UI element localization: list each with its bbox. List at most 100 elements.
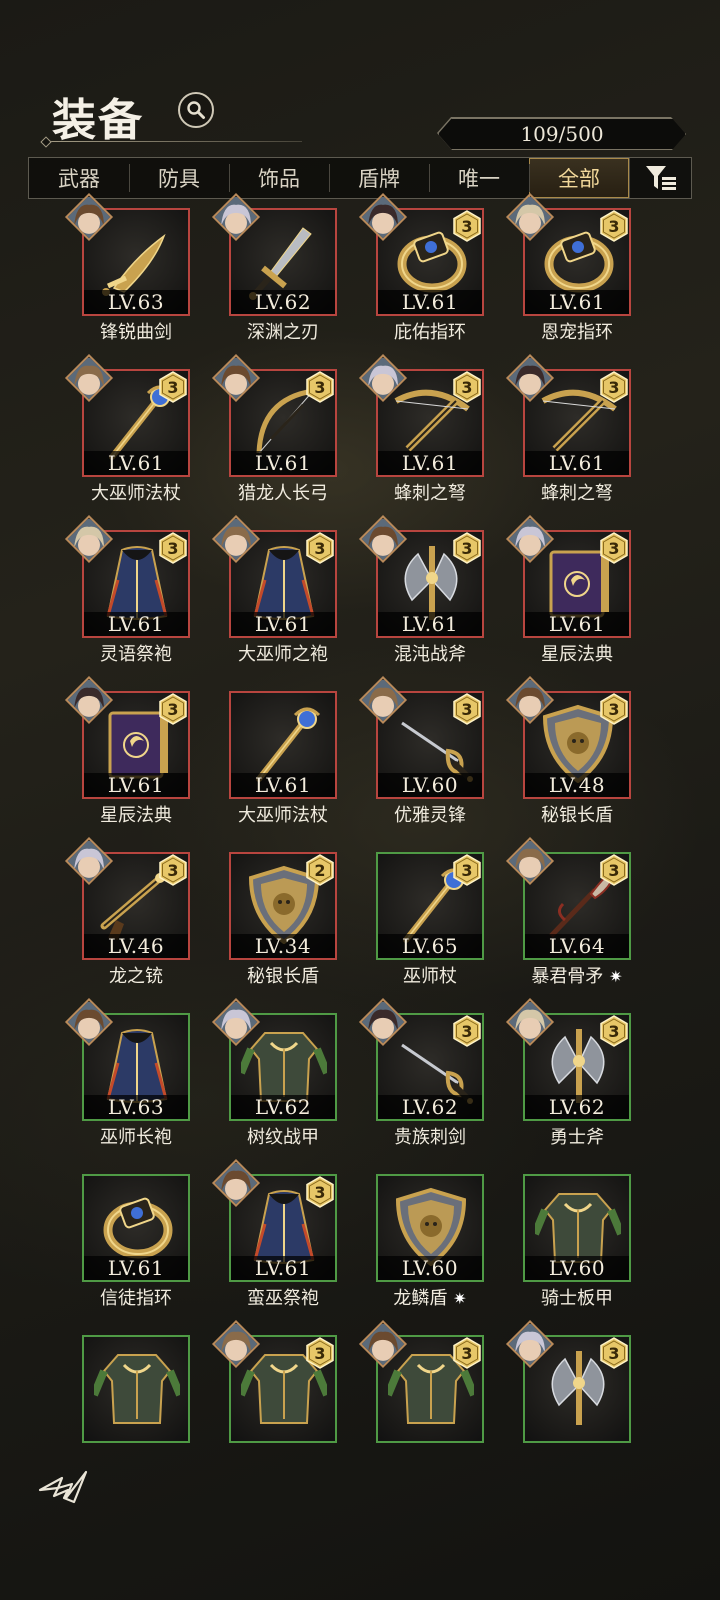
equipment-slot[interactable]: LV.61 3 大巫师法杖: [64, 353, 190, 504]
item-name-text: 暴君骨矛: [531, 966, 604, 987]
equipment-slot[interactable]: LV.34 2 秘银长盾: [229, 852, 337, 987]
upgrade-badge: 2: [305, 854, 335, 886]
equipment-slot[interactable]: LV.60 骑士板甲: [523, 1174, 631, 1309]
item-level: LV.62: [231, 1095, 335, 1119]
upgrade-badge: 3: [599, 371, 629, 403]
equipment-slot[interactable]: LV.62 3 勇士斧: [505, 997, 631, 1148]
equipment-slot[interactable]: LV.61 3 蜂刺之弩: [505, 353, 631, 504]
equipment-slot[interactable]: LV.61 3 猎龙人长弓: [211, 353, 337, 504]
item-level: LV.63: [84, 290, 188, 314]
equipment-slot[interactable]: LV.61 信徒指环: [82, 1174, 190, 1309]
equipment-slot[interactable]: LV.61 3 灵语祭袍: [64, 514, 190, 665]
upgrade-badge: 3: [452, 532, 482, 564]
item-name: 蜂刺之弩: [493, 479, 661, 505]
item-card: LV.60: [523, 1174, 631, 1282]
upgrade-badge: 3: [452, 1015, 482, 1047]
equipment-slot[interactable]: LV.64 3 暴君骨矛 ✷: [505, 836, 631, 987]
upgrade-badge-value: 3: [167, 538, 179, 558]
item-name-text: 灵语祭袍: [100, 644, 172, 665]
upgrade-badge: 3: [599, 1015, 629, 1047]
equipment-slot[interactable]: [82, 1335, 190, 1443]
upgrade-badge-value: 3: [608, 216, 620, 236]
item-name-text: 骑士板甲: [541, 1288, 613, 1309]
item-name-text: 龙鳞盾: [393, 1288, 448, 1309]
upgrade-badge: 3: [599, 210, 629, 242]
upgrade-badge: 3: [305, 371, 335, 403]
upgrade-badge: 3: [158, 693, 188, 725]
item-name-text: 锋锐曲剑: [100, 322, 172, 343]
inventory-screen: 装备 109/500 武器 防具 饰品 盾牌 唯一 全部 LV.63 锋锐曲剑: [0, 0, 720, 1600]
equipment-slot[interactable]: LV.61 3 大巫师之袍: [211, 514, 337, 665]
upgrade-badge-value: 2: [314, 860, 326, 880]
equipment-slot[interactable]: LV.60 3 优雅灵锋: [358, 675, 484, 826]
upgrade-badge-value: 3: [461, 860, 473, 880]
item-name: 蜂刺之弩: [346, 479, 514, 505]
equipment-slot[interactable]: LV.65 3 巫师杖: [376, 852, 484, 987]
equipment-slot[interactable]: LV.60 龙鳞盾 ✷: [376, 1174, 484, 1309]
upgrade-badge: 3: [599, 532, 629, 564]
game-logo-icon[interactable]: [38, 1468, 92, 1508]
upgrade-badge-value: 3: [461, 538, 473, 558]
equipment-slot[interactable]: 3: [505, 1319, 631, 1443]
item-name-text: 龙之铳: [109, 966, 163, 987]
equipment-slot[interactable]: LV.61 大巫师法杖: [229, 691, 337, 826]
equipment-slot[interactable]: 3: [358, 1319, 484, 1443]
equipment-slot[interactable]: LV.62 树纹战甲: [211, 997, 337, 1148]
equipment-slot[interactable]: LV.61 3 蛮巫祭袍: [211, 1158, 337, 1309]
upgrade-badge-value: 3: [461, 1021, 473, 1041]
item-name: 星辰法典: [52, 801, 220, 827]
equipment-slot[interactable]: LV.63 巫师长袍: [64, 997, 190, 1148]
upgrade-badge: 3: [452, 693, 482, 725]
item-name: 混沌战斧: [346, 640, 514, 666]
equipment-slot[interactable]: LV.62 3 贵族刺剑: [358, 997, 484, 1148]
equipment-slot[interactable]: LV.63 锋锐曲剑: [64, 192, 190, 343]
item-name: 巫师长袍: [52, 1123, 220, 1149]
dagger-icon: [249, 227, 312, 300]
item-level: LV.61: [378, 612, 482, 636]
equipment-slot[interactable]: LV.61 3 恩宠指环: [505, 192, 631, 343]
equipment-slot[interactable]: LV.48 3 秘银长盾: [505, 675, 631, 826]
upgrade-badge: 3: [158, 854, 188, 886]
armor-icon: [535, 1193, 621, 1263]
item-level: LV.61: [231, 1256, 335, 1280]
item-name-text: 勇士斧: [550, 1127, 604, 1148]
upgrade-badge-value: 3: [608, 860, 620, 880]
item-name: 龙鳞盾 ✷: [346, 1284, 514, 1310]
item-name: 星辰法典: [493, 640, 661, 666]
equipment-slot[interactable]: LV.61 3 星辰法典: [64, 675, 190, 826]
upgrade-badge: 3: [452, 210, 482, 242]
equipment-slot[interactable]: LV.46 3 龙之铳: [64, 836, 190, 987]
item-name: 骑士板甲: [493, 1284, 661, 1310]
item-name-text: 巫师长袍: [100, 1127, 172, 1148]
item-name-text: 蛮巫祭袍: [247, 1288, 319, 1309]
item-level: LV.62: [231, 290, 335, 314]
item-name-text: 秘银长盾: [247, 966, 319, 987]
equipment-slot[interactable]: LV.61 3 庇佑指环: [358, 192, 484, 343]
item-level: LV.61: [84, 773, 188, 797]
equipment-slot[interactable]: LV.61 3 蜂刺之弩: [358, 353, 484, 504]
item-level: LV.62: [378, 1095, 482, 1119]
equipment-slot[interactable]: LV.62 深渊之刃: [211, 192, 337, 343]
upgrade-badge-value: 3: [167, 699, 179, 719]
item-name-text: 星辰法典: [100, 805, 172, 826]
curved-sword-icon: [102, 233, 166, 296]
item-name-text: 庇佑指环: [394, 322, 466, 343]
upgrade-badge-value: 3: [167, 860, 179, 880]
equipment-slot[interactable]: LV.61 3 星辰法典: [505, 514, 631, 665]
item-level: LV.61: [378, 451, 482, 475]
item-name-text: 大巫师法杖: [91, 483, 181, 504]
staff-icon: [256, 707, 321, 782]
item-name: 信徒指环: [52, 1284, 220, 1310]
item-level: LV.61: [378, 290, 482, 314]
item-card: LV.61: [229, 691, 337, 799]
item-name-text: 恩宠指环: [541, 322, 613, 343]
item-level: LV.65: [378, 934, 482, 958]
item-name: 庇佑指环: [346, 318, 514, 344]
equipment-slot[interactable]: LV.61 3 混沌战斧: [358, 514, 484, 665]
item-name-text: 秘银长盾: [541, 805, 613, 826]
upgrade-badge: 3: [158, 532, 188, 564]
item-name-text: 优雅灵锋: [394, 805, 466, 826]
equipment-slot[interactable]: 3: [211, 1319, 337, 1443]
item-name: 大巫师法杖: [52, 479, 220, 505]
upgrade-badge: 3: [158, 371, 188, 403]
